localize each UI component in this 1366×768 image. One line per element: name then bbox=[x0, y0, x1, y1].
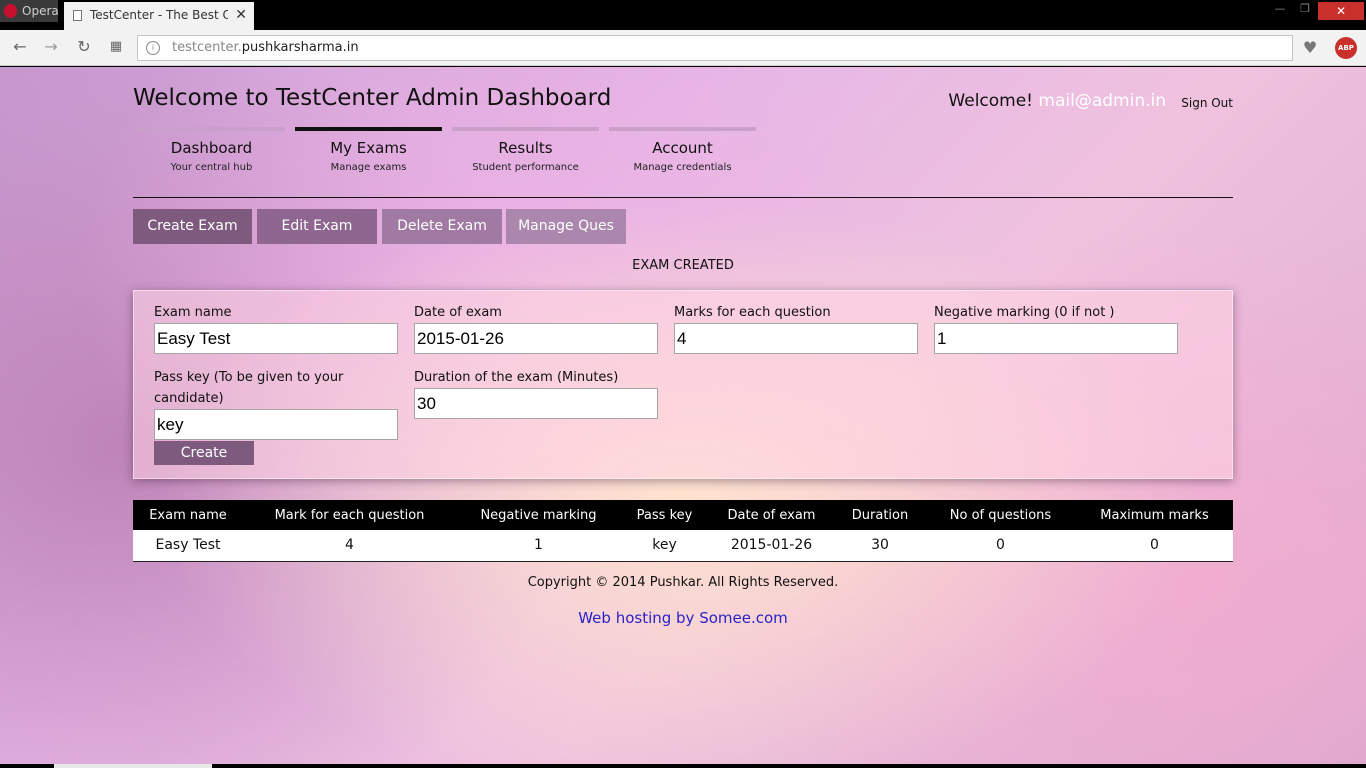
marks-group: Marks for each question 4 bbox=[674, 302, 918, 354]
welcome-text: Welcome! bbox=[948, 91, 1033, 111]
address-bar[interactable]: i testcenter.pushkarsharma.in bbox=[137, 35, 1293, 61]
speed-dial-icon[interactable]: ▦ bbox=[106, 37, 126, 57]
user-email-link[interactable]: mail@admin.in bbox=[1038, 91, 1166, 111]
page-icon bbox=[73, 10, 82, 21]
adblock-label: ABP bbox=[1338, 44, 1354, 52]
nav-item-results[interactable]: Results Student performance bbox=[452, 127, 599, 179]
nav-item-title: Dashboard bbox=[170, 139, 253, 157]
browser-toolbar: ← → ↻ ▦ i testcenter.pushkarsharma.in ♥ … bbox=[0, 30, 1366, 66]
table-cell: 2015-01-26 bbox=[708, 530, 835, 562]
window-close-icon[interactable]: ✕ bbox=[1318, 2, 1364, 20]
nav-item-account[interactable]: Account Manage credentials bbox=[609, 127, 756, 179]
create-button[interactable]: Create bbox=[154, 441, 254, 465]
nav-item-subtitle: Student performance bbox=[472, 162, 579, 173]
url-prefix: testcenter. bbox=[172, 40, 242, 55]
url-domain: pushkarsharma.in bbox=[241, 40, 359, 55]
delete-exam-button[interactable]: Delete Exam bbox=[382, 209, 502, 244]
negative-marking-label: Negative marking (0 if not ) bbox=[934, 305, 1115, 320]
duration-input[interactable]: 30 bbox=[414, 388, 658, 419]
table-cell: 1 bbox=[456, 530, 621, 562]
welcome-message: Welcome! mail@admin.in bbox=[948, 91, 1166, 111]
exam-date-label: Date of exam bbox=[414, 305, 502, 320]
create-exam-button[interactable]: Create Exam bbox=[133, 209, 252, 244]
pass-key-label: Pass key (To be given to your candidate) bbox=[154, 370, 344, 406]
nav-item-title: Results bbox=[498, 139, 553, 157]
browser-tab[interactable]: TestCenter - The Best Onli ✕ bbox=[64, 2, 254, 30]
header-divider bbox=[133, 197, 1233, 198]
column-header: Date of exam bbox=[708, 500, 835, 530]
nav-item-subtitle: Manage exams bbox=[330, 162, 407, 173]
duration-label: Duration of the exam (Minutes) bbox=[414, 370, 619, 385]
column-header: Pass key bbox=[621, 500, 708, 530]
table-row[interactable]: Easy Test 4 1 key 2015-01-26 30 0 0 bbox=[133, 530, 1233, 562]
taskbar-segment bbox=[54, 764, 212, 768]
marks-label: Marks for each question bbox=[674, 305, 831, 320]
nav-item-subtitle: Manage credentials bbox=[633, 162, 732, 173]
site-info-icon[interactable]: i bbox=[146, 41, 160, 55]
opera-logo-icon bbox=[4, 4, 17, 18]
close-icon[interactable]: ✕ bbox=[235, 2, 247, 29]
column-header: Negative marking bbox=[456, 500, 621, 530]
column-header: Maximum marks bbox=[1076, 500, 1233, 530]
edit-exam-button[interactable]: Edit Exam bbox=[257, 209, 377, 244]
manage-questions-button[interactable]: Manage Ques bbox=[506, 209, 626, 244]
column-header: Mark for each question bbox=[243, 500, 456, 530]
pass-key-group: Pass key (To be given to your candidate)… bbox=[154, 367, 398, 440]
taskbar-strip bbox=[0, 764, 1366, 768]
reload-icon[interactable]: ↻ bbox=[74, 37, 94, 57]
page-title: Welcome to TestCenter Admin Dashboard bbox=[133, 85, 612, 111]
pass-key-input[interactable]: key bbox=[154, 409, 398, 440]
table-cell: 4 bbox=[243, 530, 456, 562]
copyright-text: Copyright © 2014 Pushkar. All Rights Res… bbox=[527, 575, 839, 590]
nav-item-subtitle: Your central hub bbox=[170, 162, 253, 173]
nav-item-my-exams[interactable]: My Exams Manage exams bbox=[295, 127, 442, 179]
column-header: No of questions bbox=[925, 500, 1076, 530]
duration-group: Duration of the exam (Minutes) 30 bbox=[414, 367, 658, 419]
status-message: EXAM CREATED bbox=[632, 258, 734, 273]
exam-name-group: Exam name Easy Test bbox=[154, 302, 398, 354]
browser-titlebar: Opera TestCenter - The Best Onli ✕ — ❐ ✕ bbox=[0, 0, 1366, 30]
opera-menu-label: Opera bbox=[22, 4, 59, 18]
negative-marking-input[interactable]: 1 bbox=[934, 323, 1178, 354]
adblock-icon[interactable]: ABP bbox=[1335, 37, 1357, 59]
exams-table: Exam name Mark for each question Negativ… bbox=[133, 500, 1233, 562]
maximize-icon[interactable]: ❐ bbox=[1295, 2, 1315, 20]
column-header: Duration bbox=[835, 500, 925, 530]
table-cell: 0 bbox=[1076, 530, 1233, 562]
create-exam-form: Exam name Easy Test Date of exam 2015-01… bbox=[133, 290, 1233, 479]
exam-date-group: Date of exam 2015-01-26 bbox=[414, 302, 658, 354]
table-cell: 0 bbox=[925, 530, 1076, 562]
nav-item-title: Account bbox=[652, 139, 713, 157]
table-cell: key bbox=[621, 530, 708, 562]
back-icon[interactable]: ← bbox=[10, 37, 30, 57]
table-header-row: Exam name Mark for each question Negativ… bbox=[133, 500, 1233, 530]
hosting-link[interactable]: Web hosting by Somee.com bbox=[133, 609, 1233, 627]
page-viewport: Welcome to TestCenter Admin Dashboard We… bbox=[0, 67, 1366, 768]
exam-date-input[interactable]: 2015-01-26 bbox=[414, 323, 658, 354]
column-header: Exam name bbox=[133, 500, 243, 530]
negative-marking-group: Negative marking (0 if not ) 1 bbox=[934, 302, 1178, 354]
opera-menu-button[interactable]: Opera bbox=[0, 0, 59, 22]
minimize-icon[interactable]: — bbox=[1270, 2, 1290, 20]
exam-name-label: Exam name bbox=[154, 305, 232, 320]
table-cell: Easy Test bbox=[133, 530, 243, 562]
nav-item-title: My Exams bbox=[330, 139, 407, 157]
table-cell: 30 bbox=[835, 530, 925, 562]
exam-name-input[interactable]: Easy Test bbox=[154, 323, 398, 354]
sign-out-link[interactable]: Sign Out bbox=[1181, 96, 1233, 110]
heart-icon[interactable]: ♥ bbox=[1297, 36, 1323, 60]
nav-item-dashboard[interactable]: Dashboard Your central hub bbox=[138, 127, 285, 179]
forward-icon[interactable]: → bbox=[41, 37, 61, 57]
marks-input[interactable]: 4 bbox=[674, 323, 918, 354]
tab-title: TestCenter - The Best Onli bbox=[90, 8, 228, 22]
